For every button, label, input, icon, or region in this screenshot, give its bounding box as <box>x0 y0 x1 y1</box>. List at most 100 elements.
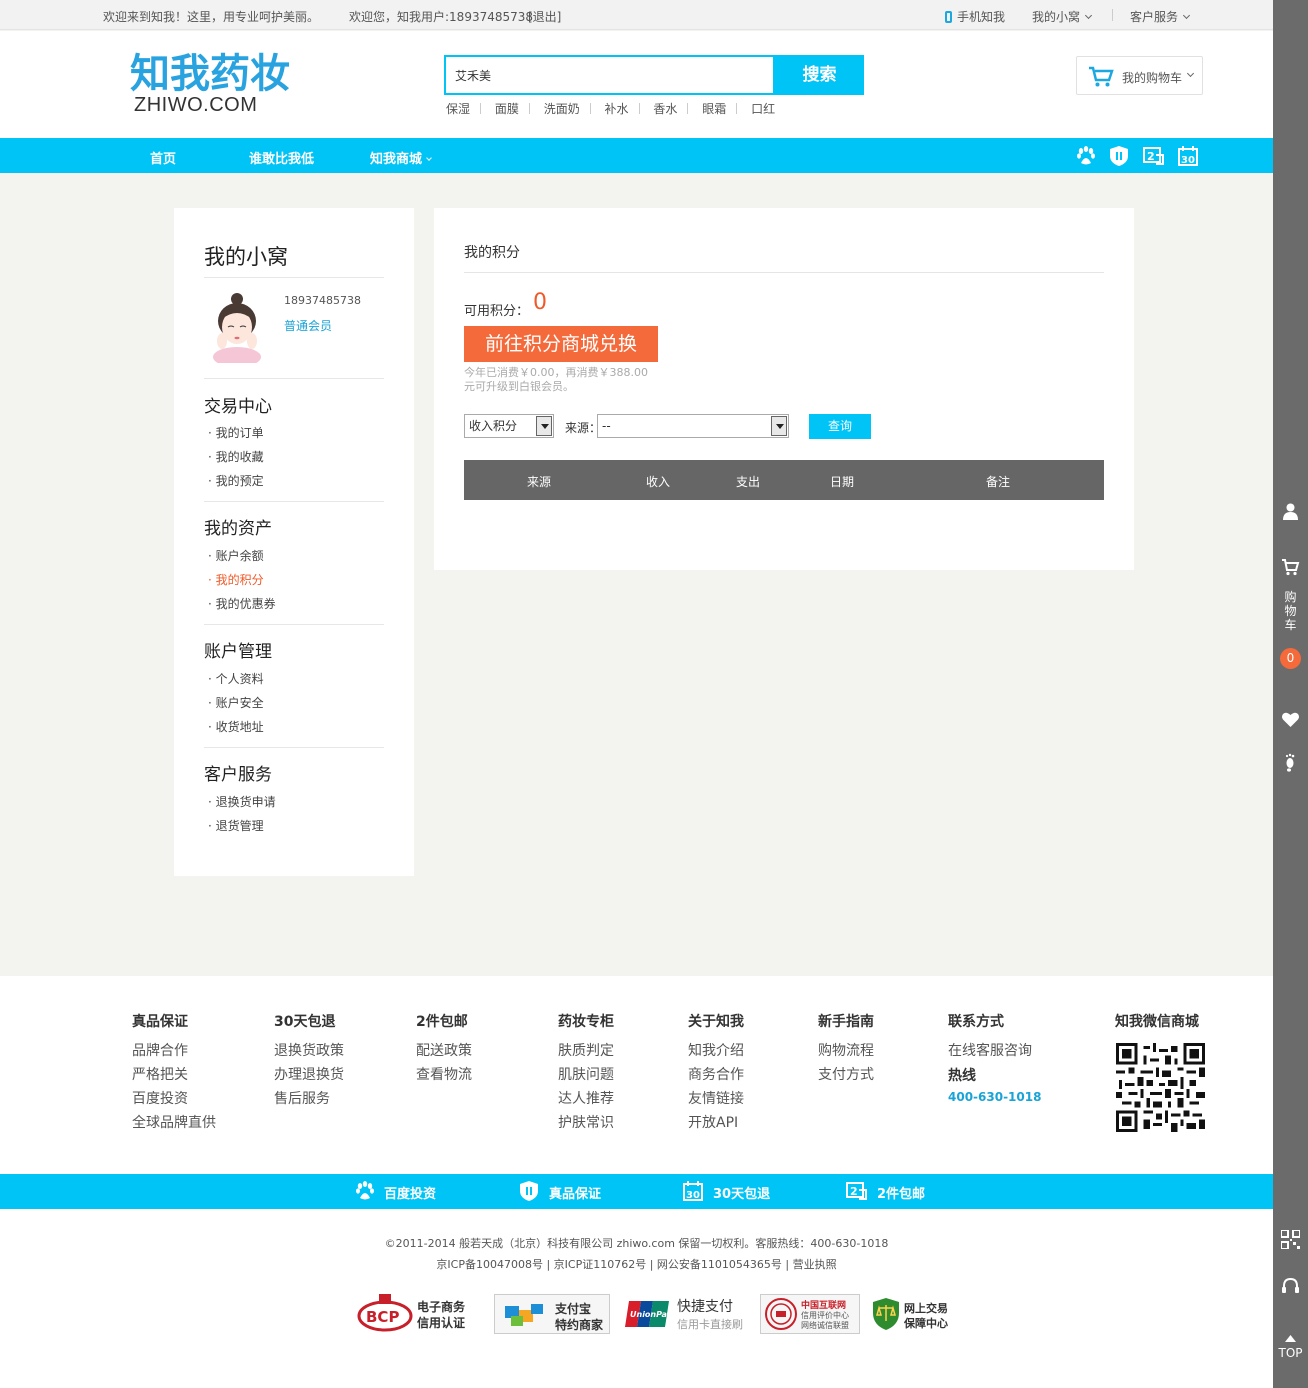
sidebar-group-service: 客户服务 <box>204 765 272 785</box>
sidebar-item-balance[interactable]: · 账户余额 <box>208 547 264 564</box>
welcome-text: 欢迎来到知我！这里，用专业呵护美丽。 <box>103 10 320 24</box>
footer-link[interactable]: 办理退换货 <box>274 1064 344 1084</box>
footer-link[interactable]: 达人推荐 <box>558 1088 614 1108</box>
service-dropdown[interactable]: 客户服务 <box>1130 8 1191 25</box>
query-button[interactable]: 查询 <box>809 414 871 439</box>
nav-lowest-price[interactable]: 谁敢比我低 <box>249 148 314 167</box>
footer-col-title: 新手指南 <box>818 1014 874 1030</box>
search-input[interactable] <box>446 57 773 93</box>
header: 知我药妆 ZHIWO.COM 搜索 保湿 面膜 洗面奶 补水 香水 眼霜 口红 … <box>0 31 1273 138</box>
col-expense: 支出 <box>736 475 761 489</box>
chevron-down-icon <box>426 155 432 161</box>
rail-cart-label[interactable]: 购物车 <box>1273 590 1308 632</box>
headset-icon[interactable] <box>1281 1277 1300 1296</box>
hotword-link[interactable]: 口红 <box>751 102 775 116</box>
footer-link[interactable]: 售后服务 <box>274 1088 330 1108</box>
bcp-badge[interactable]: BCP 电子商务 信用认证 <box>357 1294 477 1334</box>
nav-mall[interactable]: 知我商城 <box>370 148 432 167</box>
user-phone: 18937485738 <box>284 294 361 307</box>
phone-icon <box>945 11 952 23</box>
online-service-link[interactable]: 在线客服咨询 <box>948 1040 1032 1060</box>
sidebar-item-favorites[interactable]: · 我的收藏 <box>208 448 264 465</box>
sidebar-item-coupons[interactable]: · 我的优惠券 <box>208 595 276 612</box>
user-icon[interactable] <box>1281 502 1300 521</box>
hotword-link[interactable]: 香水 <box>653 102 677 116</box>
sidebar-item-orders[interactable]: · 我的订单 <box>208 424 264 441</box>
footer-link[interactable]: 查看物流 <box>416 1064 472 1084</box>
avatar <box>204 291 270 363</box>
heart-icon[interactable] <box>1281 710 1300 729</box>
sidebar-item-reservations[interactable]: · 我的预定 <box>208 472 264 489</box>
footer-link[interactable]: 全球品牌直供 <box>132 1112 216 1132</box>
mobile-link[interactable]: 手机知我 <box>945 8 1005 25</box>
footer-link[interactable]: 严格把关 <box>132 1064 188 1084</box>
trade-guarantee-badge[interactable]: 网上交易 保障中心 <box>872 1294 952 1334</box>
exchange-button[interactable]: 前往积分商城兑换 <box>464 326 658 362</box>
footer-link[interactable]: 肤质判定 <box>558 1040 614 1060</box>
dropdown-arrow-icon <box>536 416 552 436</box>
footer-link[interactable]: 百度投资 <box>132 1088 188 1108</box>
cart-icon[interactable] <box>1281 558 1300 577</box>
two-items-icon: 2 <box>846 1182 867 1200</box>
back-to-top[interactable]: TOP <box>1273 1346 1308 1360</box>
footer-col-title: 30天包退 <box>274 1014 336 1030</box>
source-label: 来源： <box>565 421 602 435</box>
hotword-link[interactable]: 保湿 <box>446 102 470 116</box>
sidebar-item-return-manage[interactable]: · 退货管理 <box>208 817 264 834</box>
bar-item-baidu: 百度投资 <box>384 1187 437 1202</box>
arrow-up-icon[interactable] <box>1281 1334 1300 1344</box>
shield-icon <box>520 1181 538 1201</box>
sidebar-item-address[interactable]: · 收货地址 <box>208 718 264 735</box>
alipay-badge[interactable]: 支付宝 特约商家 <box>494 1294 610 1334</box>
logout-link[interactable]: [退出] <box>528 8 561 25</box>
source-select[interactable]: -- <box>597 414 789 438</box>
footer-link[interactable]: 肌肤问题 <box>558 1064 614 1084</box>
cart-button[interactable]: 我的购物车 <box>1076 56 1203 95</box>
footer-col-title: 药妆专柜 <box>558 1014 614 1030</box>
cnnic-badge[interactable]: 中国互联网 信用评价中心 网络诚信联盟 <box>760 1294 860 1334</box>
qr-code-icon[interactable] <box>1281 1230 1300 1249</box>
col-source: 来源 <box>527 475 552 489</box>
footer-link[interactable]: 开放API <box>688 1112 738 1132</box>
icp-info: 京ICP备10047008号 | 京ICP证110762号 | 网公安备1101… <box>436 1258 837 1271</box>
svg-text:BCP: BCP <box>366 1308 399 1326</box>
footer-link[interactable]: 退换货政策 <box>274 1040 344 1060</box>
search-button[interactable]: 搜索 <box>775 55 864 95</box>
sidebar-item-return-apply[interactable]: · 退换货申请 <box>208 793 276 810</box>
points-type-select[interactable]: 收入积分 <box>464 414 554 438</box>
bar-item-return: 30天包退 <box>713 1187 771 1202</box>
unionpay-badge[interactable]: UnionPay 快捷支付 信用卡直接刷 <box>625 1294 751 1334</box>
footer-col-title: 2件包邮 <box>416 1014 468 1030</box>
sidebar-item-points[interactable]: · 我的积分 <box>208 571 264 588</box>
footer-link[interactable]: 购物流程 <box>818 1040 874 1060</box>
sidebar-group-assets: 我的资产 <box>204 519 272 539</box>
footer-link[interactable]: 品牌合作 <box>132 1040 188 1060</box>
footer-link[interactable]: 商务合作 <box>688 1064 744 1084</box>
sidebar-item-security[interactable]: · 账户安全 <box>208 694 264 711</box>
hotword-link[interactable]: 洗面奶 <box>544 102 580 116</box>
divider <box>1112 9 1113 21</box>
hotword-link[interactable]: 眼霜 <box>702 102 726 116</box>
footer-link[interactable]: 友情链接 <box>688 1088 744 1108</box>
footer-link[interactable]: 知我介绍 <box>688 1040 744 1060</box>
main-nav: 首页 谁敢比我低 知我商城 2 30 <box>0 138 1273 173</box>
footer-link[interactable]: 配送政策 <box>416 1040 472 1060</box>
footer-col-title: 真品保证 <box>132 1014 188 1030</box>
hotword-link[interactable]: 面膜 <box>495 102 519 116</box>
myhome-dropdown[interactable]: 我的小窝 <box>1032 8 1093 25</box>
footer-link[interactable]: 支付方式 <box>818 1064 874 1084</box>
points-panel: 我的积分 可用积分： 0 前往积分商城兑换 今年已消费￥0.00，再消费￥388… <box>434 208 1134 570</box>
bcp-logo-icon: BCP <box>357 1294 413 1332</box>
baidu-paw-icon <box>1077 146 1095 165</box>
site-logo[interactable]: 知我药妆 ZHIWO.COM <box>130 53 290 115</box>
nav-home[interactable]: 首页 <box>150 148 176 167</box>
bar-item-shipping: 2件包邮 <box>877 1187 926 1202</box>
footprint-icon[interactable] <box>1281 753 1300 772</box>
dropdown-arrow-icon <box>771 416 787 436</box>
member-level[interactable]: 普通会员 <box>284 317 332 334</box>
footer-link[interactable]: 护肤常识 <box>558 1112 614 1132</box>
col-income: 收入 <box>646 475 671 489</box>
hotword-link[interactable]: 补水 <box>605 102 629 116</box>
divider <box>204 747 384 748</box>
sidebar-item-profile[interactable]: · 个人资料 <box>208 670 264 687</box>
